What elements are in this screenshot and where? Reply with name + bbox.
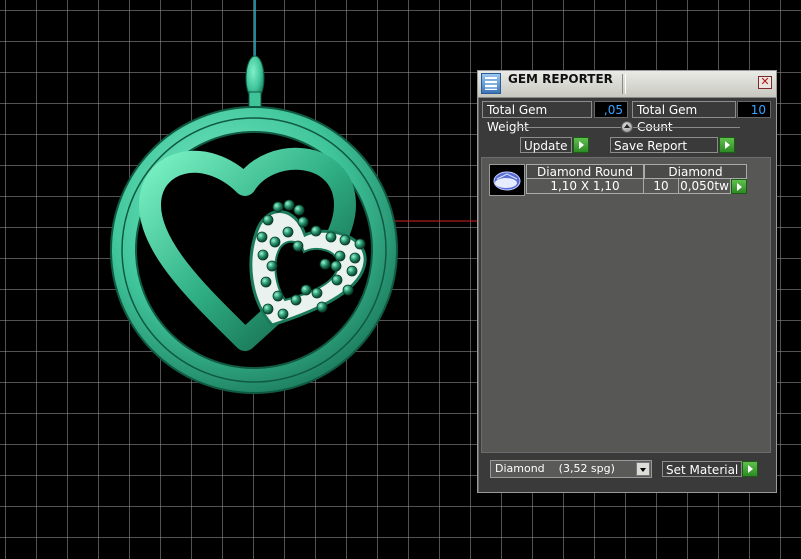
total-gem-weight-label: Total Gem Weight [482,101,592,134]
gem-material-header: Diamond [644,164,747,179]
collapse-up-icon[interactable] [621,121,633,133]
total-gem-weight-value: ,05 [594,101,628,118]
material-select[interactable]: Diamond (3,52 spg) [490,460,652,478]
set-material-button[interactable]: Set Material [662,461,742,477]
window-title: GEM REPORTER [508,72,613,86]
total-gem-count-value: 10 [737,101,771,118]
save-report-button[interactable]: Save Report [610,137,718,153]
titlebar-separator [622,74,626,94]
gem-reporter-icon [481,73,501,94]
close-button[interactable]: ✕ [758,76,772,89]
gem-report-table: Diamond Round Diamond 1,10 X 1,10 10 0,0… [481,157,771,453]
chevron-down-icon[interactable] [636,462,650,476]
gem-count-cell: 10 [644,179,679,194]
set-material-arrow-icon[interactable] [742,461,758,477]
update-arrow-icon[interactable] [573,137,589,153]
save-report-arrow-icon[interactable] [719,137,735,153]
gem-weight-cell: 0,050tw [679,179,731,194]
window-titlebar[interactable]: GEM REPORTER ✕ [478,71,776,98]
material-select-value: Diamond (3,52 spg) [495,462,615,475]
total-gem-count-label: Total Gem Count [632,101,736,134]
gem-shape-header: Diamond Round [526,164,644,179]
gem-size-cell: 1,10 X 1,10 [526,179,644,194]
gem-reporter-window: GEM REPORTER ✕ Total Gem Weight ,05 Tota… [477,70,777,493]
gem-row-arrow-icon[interactable] [731,179,747,194]
gem-thumbnail-icon[interactable] [489,164,525,196]
update-button[interactable]: Update [520,137,572,153]
